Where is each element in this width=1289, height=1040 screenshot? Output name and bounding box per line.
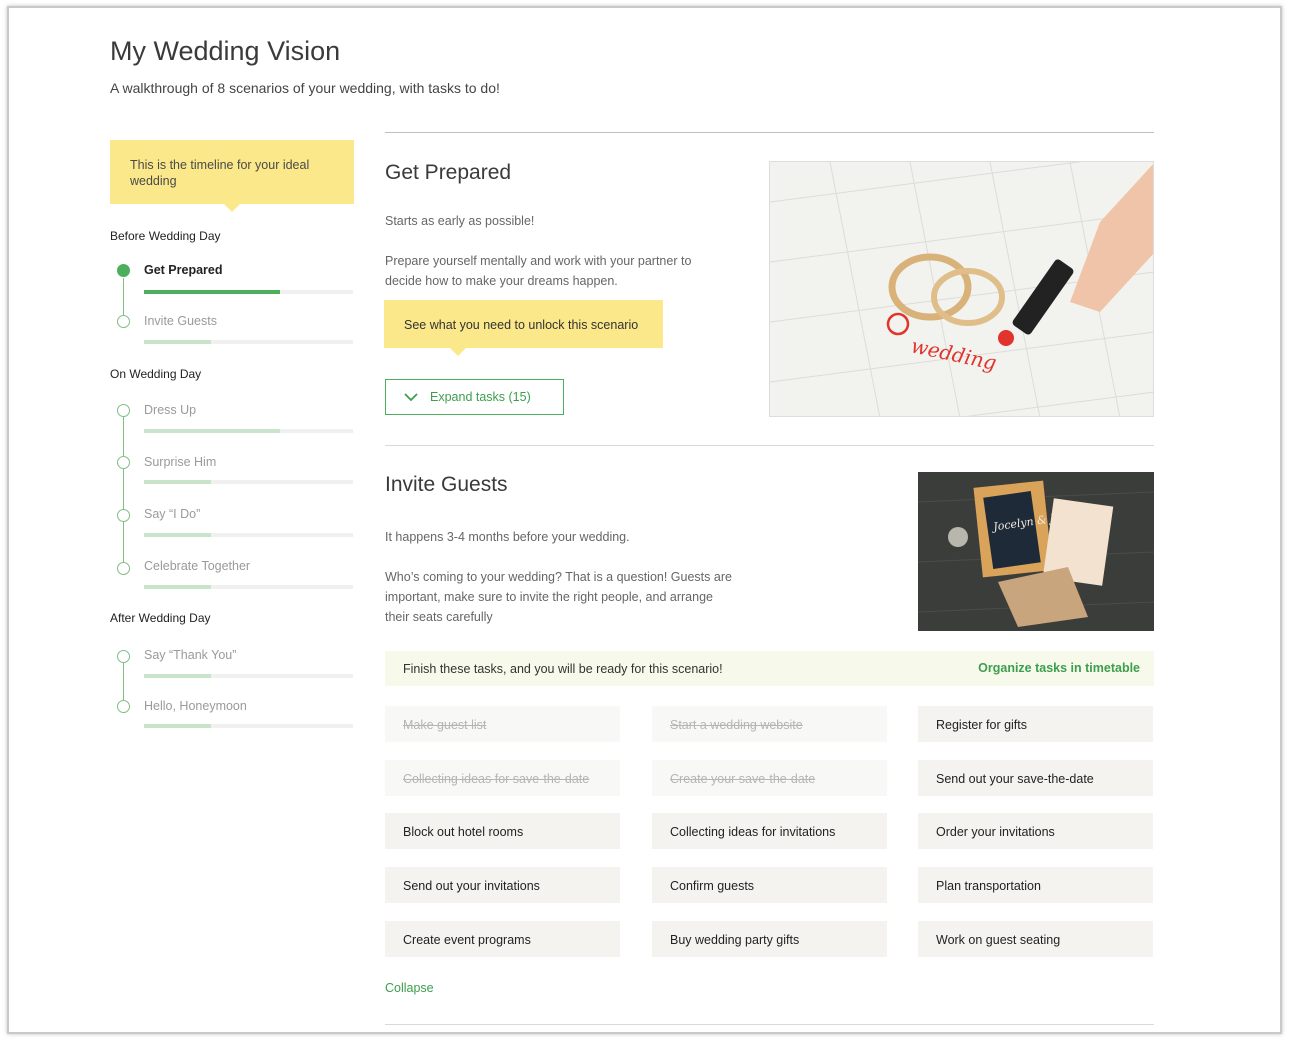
task-item[interactable]: Collecting ideas for invitations bbox=[652, 813, 887, 849]
task-item[interactable]: Make guest list bbox=[385, 706, 620, 742]
progress-fill bbox=[144, 674, 211, 678]
timeline-dot-celebrate-together bbox=[117, 562, 130, 575]
timeline-tip: This is the timeline for your ideal wedd… bbox=[110, 140, 354, 212]
sidebar-item-say-i-do[interactable]: Say “I Do” bbox=[144, 507, 200, 521]
section-divider bbox=[385, 1024, 1154, 1025]
scenario-timing: Starts as early as possible! bbox=[385, 214, 535, 228]
progress-track bbox=[144, 674, 353, 678]
progress-fill bbox=[144, 533, 211, 537]
timeline-dot-surprise-him bbox=[117, 456, 130, 469]
task-item[interactable]: Start a wedding website bbox=[652, 706, 887, 742]
sidebar-item-surprise-him[interactable]: Surprise Him bbox=[144, 455, 216, 469]
expand-tasks-label: Expand tasks (15) bbox=[430, 390, 531, 404]
progress-track bbox=[144, 429, 353, 433]
scenario-title: Invite Guests bbox=[385, 473, 508, 496]
progress-fill bbox=[144, 290, 280, 294]
finish-tasks-bar: Finish these tasks, and you will be read… bbox=[385, 651, 1154, 686]
scenario-timing: It happens 3-4 months before your weddin… bbox=[385, 530, 630, 544]
task-item[interactable]: Plan transportation bbox=[918, 867, 1153, 903]
progress-fill bbox=[144, 724, 211, 728]
task-item[interactable]: Create your save-the-date bbox=[652, 760, 887, 796]
task-item[interactable]: Order your invitations bbox=[918, 813, 1153, 849]
section-before-wedding-day: Before Wedding Day bbox=[110, 229, 221, 243]
page-subtitle: A walkthrough of 8 scenarios of your wed… bbox=[110, 80, 500, 96]
progress-track bbox=[144, 585, 353, 589]
progress-track bbox=[144, 724, 353, 728]
finish-tasks-text: Finish these tasks, and you will be read… bbox=[403, 662, 723, 676]
collapse-link[interactable]: Collapse bbox=[385, 981, 434, 995]
calendar-rings-photo: wedding bbox=[769, 161, 1154, 417]
sidebar-item-get-prepared[interactable]: Get Prepared bbox=[144, 263, 223, 277]
task-item[interactable]: Confirm guests bbox=[652, 867, 887, 903]
section-divider bbox=[385, 445, 1154, 446]
progress-track bbox=[144, 290, 353, 294]
task-item[interactable]: Register for gifts bbox=[918, 706, 1153, 742]
section-divider bbox=[385, 132, 1154, 133]
progress-track bbox=[144, 340, 353, 344]
timeline-dot-dress-up bbox=[117, 404, 130, 417]
sidebar-item-say-thank-you[interactable]: Say “Thank You” bbox=[144, 648, 236, 662]
sidebar-item-celebrate-together[interactable]: Celebrate Together bbox=[144, 559, 250, 573]
unlock-scenario-link[interactable]: See what you need to unlock this scenari… bbox=[384, 300, 663, 356]
section-after-wedding-day: After Wedding Day bbox=[110, 611, 211, 625]
task-item[interactable]: Work on guest seating bbox=[918, 921, 1153, 957]
progress-fill bbox=[144, 429, 280, 433]
timeline-dot-get-prepared bbox=[117, 264, 130, 277]
section-on-wedding-day: On Wedding Day bbox=[110, 367, 202, 381]
chevron-down-icon bbox=[404, 393, 418, 402]
timeline-dot-say-i-do bbox=[117, 509, 130, 522]
timeline-dot-hello-honeymoon bbox=[117, 700, 130, 713]
sidebar-item-hello-honeymoon[interactable]: Hello, Honeymoon bbox=[144, 699, 247, 713]
task-item[interactable]: Send out your invitations bbox=[385, 867, 620, 903]
progress-fill bbox=[144, 480, 211, 484]
scenario-description: Who’s coming to your wedding? That is a … bbox=[385, 570, 732, 624]
task-item[interactable]: Buy wedding party gifts bbox=[652, 921, 887, 957]
task-item[interactable]: Create event programs bbox=[385, 921, 620, 957]
timeline-dot-say-thank-you bbox=[117, 650, 130, 663]
timeline-connector bbox=[123, 417, 124, 575]
scenario-title: Get Prepared bbox=[385, 161, 512, 184]
progress-track bbox=[144, 533, 353, 537]
timeline-dot-invite-guests bbox=[117, 315, 130, 328]
organize-tasks-link[interactable]: Organize tasks in timetable bbox=[978, 661, 1140, 675]
page-title: My Wedding Vision bbox=[110, 36, 341, 66]
sidebar-item-invite-guests[interactable]: Invite Guests bbox=[144, 314, 217, 328]
task-item[interactable]: Block out hotel rooms bbox=[385, 813, 620, 849]
progress-fill bbox=[144, 340, 211, 344]
task-item[interactable]: Send out your save-the-date bbox=[918, 760, 1153, 796]
progress-track bbox=[144, 480, 353, 484]
task-item[interactable]: Collecting ideas for save-the-date bbox=[385, 760, 620, 796]
page-frame: My Wedding Vision A walkthrough of 8 sce… bbox=[7, 6, 1282, 1034]
invitation-cards-photo: Jocelyn & Jeff bbox=[918, 472, 1154, 631]
sidebar-item-dress-up[interactable]: Dress Up bbox=[144, 403, 196, 417]
expand-tasks-button[interactable]: Expand tasks (15) bbox=[385, 379, 564, 415]
progress-fill bbox=[144, 585, 211, 589]
scenario-description: Prepare yourself mentally and work with … bbox=[385, 254, 692, 288]
